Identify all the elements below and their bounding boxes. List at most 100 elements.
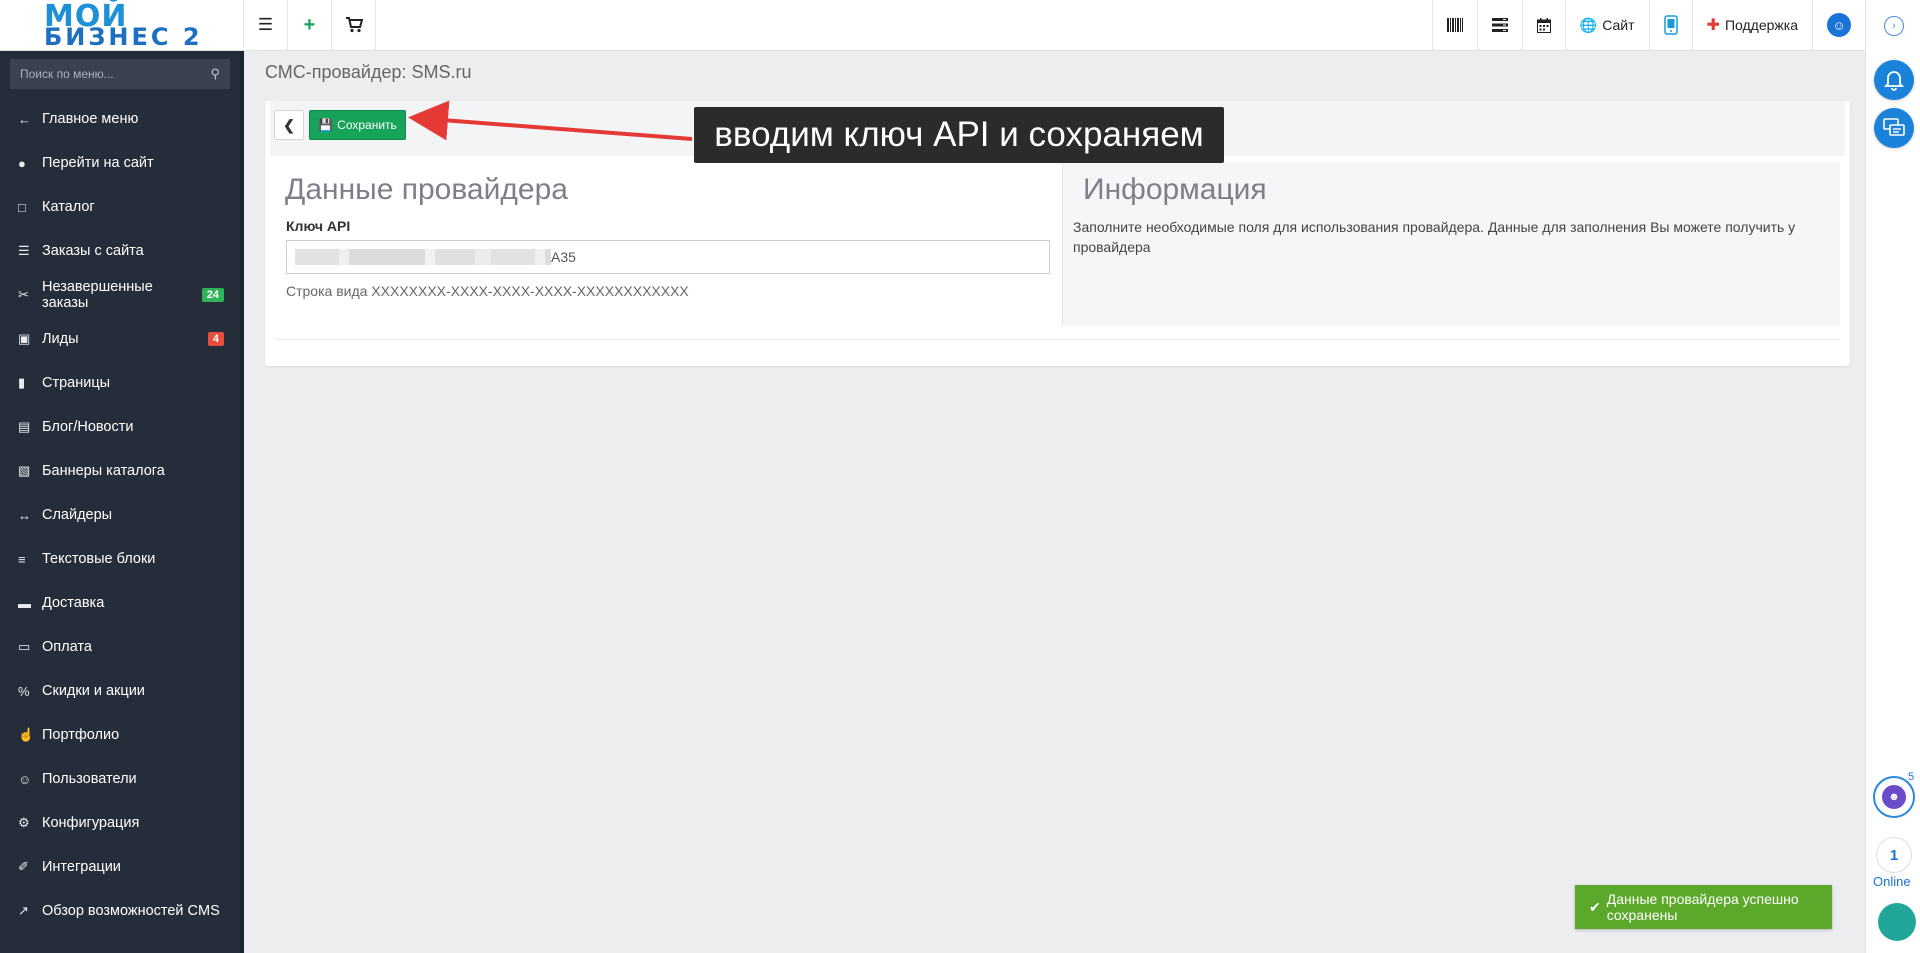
avatar-count-badge: 5 bbox=[1908, 771, 1915, 783]
api-key-help: Строка вида XXXXXXXX-XXXX-XXXX-XXXX-XXXX… bbox=[286, 283, 689, 299]
floppy-disk-icon: 💾 bbox=[318, 118, 334, 132]
annotation-callout: вводим ключ API и сохраняем bbox=[694, 107, 1224, 163]
sidebar-item-label: Доставка bbox=[42, 595, 105, 611]
sidebar-item-label: Скидки и акции bbox=[42, 683, 145, 699]
provider-data-panel: Данные провайдера Ключ API A35 Строка ви… bbox=[270, 163, 1063, 325]
sidebar-item[interactable]: ← Главное меню bbox=[0, 97, 240, 141]
sidebar-item-label: Главное меню bbox=[42, 111, 139, 127]
user-avatar-icon: ☺ bbox=[1827, 13, 1851, 37]
sidebar-item[interactable]: ▬ Доставка bbox=[0, 581, 240, 625]
globe-icon: 🌐 bbox=[1579, 16, 1598, 33]
sidebar-item[interactable]: ☰ Заказы с сайта bbox=[0, 229, 240, 273]
sidebar-item[interactable]: ● Перейти на сайт bbox=[0, 141, 240, 185]
file-icon: ▮ bbox=[18, 375, 26, 390]
success-toast[interactable]: ✔ Данные провайдера успешно сохранены bbox=[1575, 885, 1832, 929]
support-label: Поддержка bbox=[1724, 17, 1798, 33]
sidebar-item-label: Страницы bbox=[42, 375, 111, 391]
sidebar-item[interactable]: ▭ Оплата bbox=[0, 625, 240, 669]
help-chat-button[interactable] bbox=[1878, 903, 1916, 941]
paperclip-icon: ✐ bbox=[18, 859, 29, 874]
server-list-icon[interactable] bbox=[1476, 0, 1522, 50]
sidebar-item-label: Незавершенные заказы bbox=[42, 279, 153, 311]
sidebar-item-label: Обзор возможностей CMS bbox=[42, 903, 220, 919]
sidebar-item-label: Конфигурация bbox=[42, 815, 140, 831]
sidebar-item-label: Оплата bbox=[42, 639, 92, 655]
sidebar-item[interactable]: ▤ Блог/Новости bbox=[0, 405, 240, 449]
barcode-icon[interactable] bbox=[1431, 0, 1477, 50]
sidebar-item-label: Интеграции bbox=[42, 859, 121, 875]
info-heading: Информация bbox=[1083, 173, 1267, 206]
support-link[interactable]: ✚ Поддержка bbox=[1691, 0, 1812, 50]
sidebar-item-label: Портфолио bbox=[42, 727, 120, 743]
medkit-icon: ✚ bbox=[1706, 17, 1720, 34]
sidebar-item-label: Баннеры каталога bbox=[42, 463, 165, 479]
sidebar-item[interactable]: ✂ Незавершенные заказы 24 bbox=[0, 273, 240, 317]
unlink-icon: ✂ bbox=[18, 287, 29, 302]
arrows-h-icon: ↔ bbox=[18, 507, 31, 523]
site-label: Сайт bbox=[1602, 17, 1635, 33]
sidebar-item[interactable]: ☺ Пользователи bbox=[0, 757, 240, 801]
sidebar-item[interactable]: ☝ Портфолио bbox=[0, 713, 240, 757]
bot-face-icon: ☻ bbox=[1882, 785, 1906, 809]
sidebar-item-label: Заказы с сайта bbox=[42, 243, 144, 259]
credit-card-icon: ▭ bbox=[18, 639, 31, 654]
api-key-redacted bbox=[295, 249, 551, 265]
provider-data-heading: Данные провайдера bbox=[285, 173, 568, 206]
save-button[interactable]: 💾 Сохранить bbox=[309, 110, 406, 140]
cart-icon[interactable] bbox=[332, 0, 376, 50]
card-divider bbox=[275, 339, 1840, 340]
logo-line2: БИЗНЕС 2 bbox=[44, 22, 203, 51]
cart-icon: ☰ bbox=[18, 243, 30, 258]
back-button[interactable]: ❮ bbox=[274, 110, 304, 140]
info-panel: Информация Заполните необходимые поля дл… bbox=[1063, 163, 1840, 325]
add-icon[interactable]: + bbox=[288, 0, 332, 50]
save-button-label: Сохранить bbox=[337, 118, 397, 132]
menu-toggle-icon[interactable]: ☰ bbox=[244, 0, 288, 50]
profile-button[interactable]: ☺ bbox=[1812, 0, 1865, 50]
sidebar-item-label: Текстовые блоки bbox=[42, 551, 156, 567]
menu-search-input[interactable] bbox=[20, 67, 211, 81]
thumbs-up-icon: ☝ bbox=[18, 727, 35, 742]
api-key-visible-tail: A35 bbox=[551, 249, 576, 265]
sidebar: ⚲ ← Главное меню ● Перейти на сайт □ Каталог ☰… bbox=[0, 51, 244, 953]
sidebar-menu: ← Главное меню ● Перейти на сайт □ Каталог ☰ За… bbox=[0, 97, 240, 933]
logo[interactable]: МОЙ БИЗНЕС 2 bbox=[0, 0, 244, 51]
sidebar-item-label: Каталог bbox=[42, 199, 95, 215]
line-chart-icon: ↗ bbox=[18, 903, 29, 918]
count-badge: 4 bbox=[207, 332, 224, 346]
toast-text: Данные провайдера успешно сохранены bbox=[1606, 891, 1799, 923]
sidebar-item[interactable]: ⚙ Конфигурация bbox=[0, 801, 240, 845]
calendar-icon[interactable] bbox=[1521, 0, 1565, 50]
page-title: СМС-провайдер: SMS.ru bbox=[265, 62, 472, 82]
file-text-icon: ≡ bbox=[18, 551, 26, 567]
mobile-app-icon[interactable] bbox=[1648, 0, 1692, 50]
sidebar-item[interactable]: ✐ Интеграции bbox=[0, 845, 240, 889]
percent-icon: % bbox=[18, 683, 30, 699]
count-badge: 24 bbox=[201, 288, 224, 302]
site-link[interactable]: 🌐 Сайт bbox=[1564, 0, 1649, 50]
expand-panel-icon[interactable]: › bbox=[1884, 16, 1904, 36]
sidebar-item[interactable]: ▮ Страницы bbox=[0, 361, 240, 405]
arrow-left-icon: ← bbox=[18, 111, 31, 127]
api-key-input[interactable]: A35 bbox=[286, 240, 1050, 274]
sidebar-item-label: Слайдеры bbox=[42, 507, 113, 523]
online-count[interactable]: 1 bbox=[1876, 837, 1912, 873]
right-rail: › ☻ 5 1 Online bbox=[1865, 0, 1920, 953]
notifications-bell-icon[interactable] bbox=[1874, 60, 1914, 100]
contact-icon: ▣ bbox=[18, 331, 31, 346]
sidebar-item[interactable]: □ Каталог bbox=[0, 185, 240, 229]
top-bar: МОЙ БИЗНЕС 2 ☰ + 🌐 Сайт ✚ Поддержка ☺ bbox=[0, 0, 1865, 51]
sidebar-item[interactable]: ↗ Обзор возможностей CMS bbox=[0, 889, 240, 933]
truck-icon: ▬ bbox=[18, 595, 31, 611]
sidebar-item[interactable]: ≡ Текстовые блоки bbox=[0, 537, 240, 581]
chat-messages-icon[interactable] bbox=[1874, 108, 1914, 148]
sidebar-item[interactable]: % Скидки и акции bbox=[0, 669, 240, 713]
sidebar-item[interactable]: ▣ Лиды 4 bbox=[0, 317, 240, 361]
sidebar-item-label: Лиды bbox=[42, 331, 79, 347]
sidebar-item-label: Перейти на сайт bbox=[42, 155, 154, 171]
sidebar-item[interactable]: ▧ Баннеры каталога bbox=[0, 449, 240, 493]
sidebar-item-label: Пользователи bbox=[42, 771, 137, 787]
gear-icon: ⚙ bbox=[18, 815, 30, 830]
search-icon[interactable]: ⚲ bbox=[210, 66, 220, 82]
sidebar-item[interactable]: ↔ Слайдеры bbox=[0, 493, 240, 537]
